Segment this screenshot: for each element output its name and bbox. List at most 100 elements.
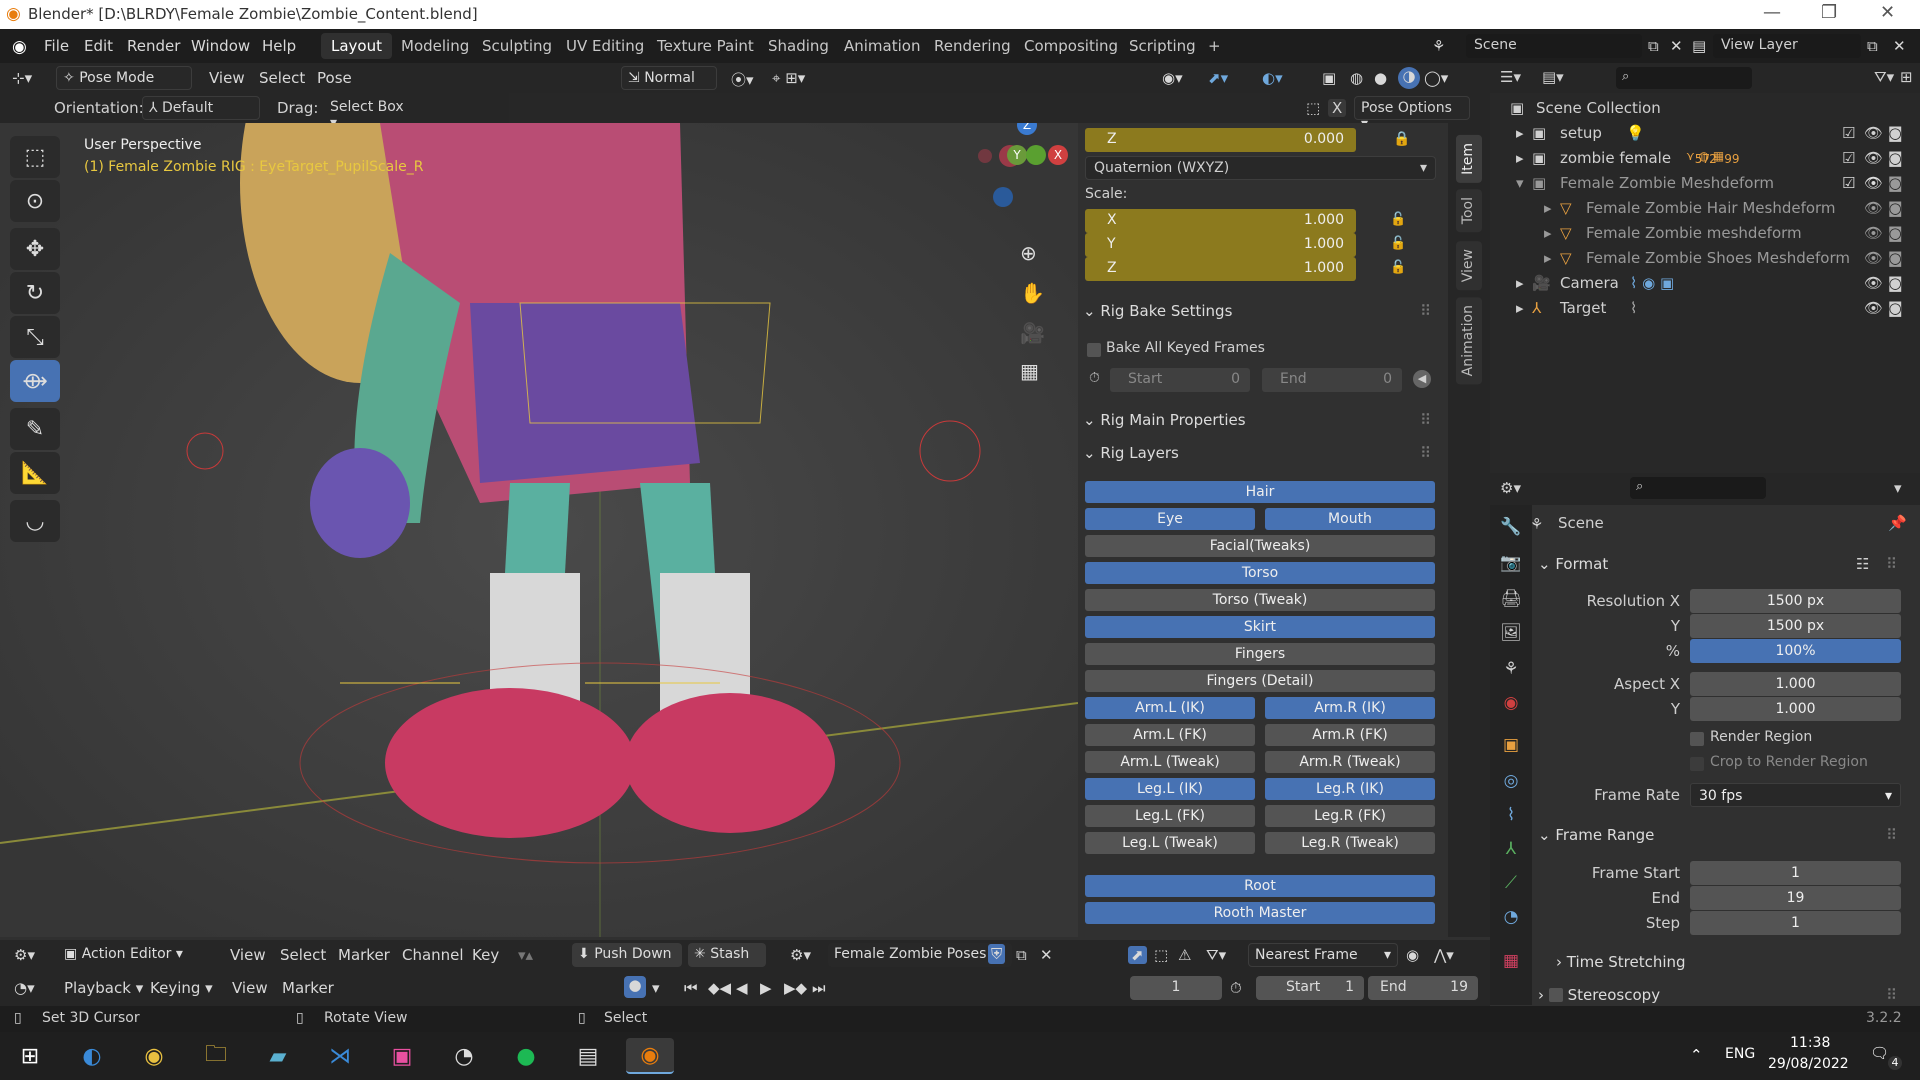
play-icon[interactable]: ▶ <box>760 979 772 997</box>
x-mirror-toggle[interactable]: X <box>1328 99 1347 117</box>
scale-z-field[interactable]: Z 1.000 <box>1085 257 1356 281</box>
menu-channel[interactable]: Channel <box>402 946 464 964</box>
camera-render-icon[interactable]: ◙ <box>1888 174 1903 192</box>
outliner-row[interactable]: ▣ Scene Collection <box>1490 96 1920 121</box>
mirror-icon[interactable]: ⬚ <box>1306 99 1320 117</box>
visibility-icon[interactable]: ◉▾ <box>1162 69 1183 87</box>
scale-x-lock-icon[interactable]: 🔓 <box>1390 212 1406 227</box>
rig-layer-button[interactable]: Eye <box>1085 508 1255 530</box>
lock-icon[interactable]: 🔒 <box>1393 131 1410 147</box>
rig-layer-button[interactable]: Mouth <box>1265 508 1435 530</box>
drag-handle-icon[interactable]: ⠿ <box>1420 444 1431 462</box>
outliner-row[interactable]: ▸ ▣ zombie female ⋎ 57 ◍ 2 ▦ 99 ☑ 👁 ◙ <box>1490 146 1920 171</box>
physics-tab-icon[interactable]: ◎ <box>1497 767 1525 795</box>
gizmo-z-axis[interactable]: Z <box>1017 123 1037 135</box>
prev-keyframe-icon[interactable]: ◆◀ <box>708 979 731 997</box>
screenshot-app-icon[interactable]: ▤ <box>564 1038 612 1074</box>
chevron-right-icon[interactable]: ▸ <box>1516 149 1524 167</box>
xray-icon[interactable]: ▣ <box>1322 69 1336 87</box>
constraints-tab-icon[interactable]: ⌇ <box>1497 801 1525 829</box>
camera-render-icon[interactable]: ◙ <box>1888 224 1903 242</box>
add-workspace-button[interactable]: + <box>1198 33 1231 59</box>
stash-button[interactable]: ✳ Stash <box>688 943 766 967</box>
scale-z-lock-icon[interactable]: 🔓 <box>1390 260 1406 275</box>
camera-view-icon[interactable]: 🎥 <box>1020 321 1045 345</box>
play-reverse-icon[interactable]: ◀ <box>736 979 748 997</box>
pan-hand-icon[interactable]: ✋ <box>1020 281 1045 305</box>
tab-tool[interactable]: Tool <box>1456 189 1482 233</box>
checkbox-icon[interactable]: ☑ <box>1842 149 1855 167</box>
pivot-icon[interactable]: ⦿▾ <box>731 69 754 90</box>
perspective-toggle-icon[interactable]: ▦ <box>1020 359 1039 383</box>
rig-layer-button[interactable]: Arm.L (FK) <box>1085 724 1255 746</box>
outliner-row[interactable]: ▸ ⅄ Target ⌇ 👁 ◙ <box>1490 296 1920 321</box>
file-explorer-icon[interactable]: 🗀 <box>192 1038 240 1074</box>
editor-type-icon[interactable]: ⊹▾ <box>12 69 32 87</box>
clock-app-icon[interactable]: ◔ <box>440 1038 488 1074</box>
eye-icon[interactable]: 👁 <box>1864 224 1883 242</box>
eye-icon[interactable]: 👁 <box>1864 299 1883 317</box>
shading-wireframe-icon[interactable]: ◍ <box>1350 69 1363 87</box>
action-name-field[interactable]: Female Zombie Poses <box>828 943 1012 967</box>
outliner-row[interactable]: ▸ ▽ Female Zombie meshdeform 👁 ◙ <box>1490 221 1920 246</box>
tab-item[interactable]: Item <box>1456 135 1482 183</box>
menu-select[interactable]: Select <box>259 69 305 87</box>
outliner-row[interactable]: ▸ 🎥 Camera ⌇ ◉ ▣ 👁 ◙ <box>1490 271 1920 296</box>
scene-tab-icon[interactable]: ⚘ <box>1497 655 1525 683</box>
notifications-icon[interactable]: 🗨 <box>1870 1044 1889 1062</box>
unlink-action-icon[interactable]: ✕ <box>1040 946 1053 964</box>
frame-range-panel-header[interactable]: ⌄ Frame Range <box>1538 826 1654 844</box>
3d-viewport[interactable]: User Perspective (1) Female Zombie RIG :… <box>0 123 1078 937</box>
mode-dropdown[interactable]: ✧ Pose Mode <box>56 66 192 90</box>
rig-layer-button[interactable]: Arm.R (Tweak) <box>1265 751 1435 773</box>
menu-playback[interactable]: Playback ▾ <box>64 979 143 997</box>
blender-menu-icon[interactable]: ◉ <box>12 37 27 57</box>
menu-file[interactable]: File <box>44 37 69 55</box>
camera-render-icon[interactable]: ◙ <box>1888 124 1903 142</box>
tray-chevron-up-icon[interactable]: ⌃ <box>1690 1046 1703 1064</box>
menu-marker-timeline[interactable]: Marker <box>282 979 334 997</box>
tab-rendering[interactable]: Rendering <box>924 33 1021 59</box>
orientation-dropdown[interactable]: ⅄ Default <box>142 96 260 120</box>
only-selected-icon[interactable]: ⬈ <box>1128 946 1147 964</box>
push-down-button[interactable]: ⬇ Push Down <box>572 943 682 967</box>
location-z-field[interactable]: Z 0.000 <box>1085 128 1356 152</box>
aspect-x-field[interactable]: 1.000 <box>1690 672 1901 696</box>
new-collection-icon[interactable]: ⊞ <box>1900 68 1913 86</box>
crop-region-checkbox[interactable] <box>1690 757 1704 771</box>
drag-dropdown[interactable]: Select Box ▾ <box>324 96 416 131</box>
blender-app-icon[interactable]: ◉ <box>626 1038 674 1074</box>
jump-start-icon[interactable]: ⏮ <box>684 979 698 997</box>
pose-options-dropdown[interactable]: Pose Options ▾ <box>1354 96 1470 132</box>
preview-range-icon[interactable]: ⏱ <box>1230 979 1242 997</box>
rig-layer-button[interactable]: Fingers (Detail) <box>1085 670 1435 692</box>
select-box-tool-icon[interactable]: ⬚ <box>10 136 60 178</box>
errors-icon[interactable]: ⚠ <box>1178 946 1191 964</box>
menu-marker-action[interactable]: Marker <box>338 946 390 964</box>
render-tab-icon[interactable]: 📷 <box>1497 549 1525 577</box>
checkbox-icon[interactable]: ☑ <box>1842 124 1855 142</box>
keying-dropdown-icon[interactable]: ▾ <box>652 979 660 997</box>
menu-key[interactable]: Key <box>472 946 499 964</box>
chevron-right-icon[interactable]: ▸ <box>1516 124 1524 142</box>
scene-selector[interactable]: Scene <box>1466 34 1642 58</box>
eye-icon[interactable]: 👁 <box>1864 249 1883 267</box>
spotify-app-icon[interactable]: ● <box>502 1038 550 1074</box>
time-stretching-header[interactable]: › Time Stretching <box>1556 953 1686 971</box>
resolution-x-field[interactable]: 1500 px <box>1690 589 1901 613</box>
camera-render-icon[interactable]: ◙ <box>1888 299 1903 317</box>
editor-app-icon[interactable]: ▣ <box>378 1038 426 1074</box>
tab-uv-editing[interactable]: UV Editing <box>556 33 654 59</box>
timeline-end-field[interactable]: End 19 <box>1368 976 1478 1000</box>
snap-icon[interactable]: ⌖ ⊞▾ <box>772 69 805 87</box>
transform-orientation-dropdown[interactable]: ⇲ Normal <box>621 66 717 90</box>
filters-icon[interactable]: ⛛▾ <box>1206 946 1226 964</box>
data-tab-icon[interactable]: ⅄ <box>1497 835 1525 863</box>
rig-layer-button[interactable]: Arm.R (IK) <box>1265 697 1435 719</box>
dopesheet-mode-dropdown[interactable]: ▣ Action Editor ▾ <box>58 943 214 967</box>
proportional-icon[interactable]: ◉ <box>1406 946 1419 964</box>
frame-step-field[interactable]: 1 <box>1690 911 1901 935</box>
eye-icon[interactable]: 👁 <box>1864 174 1883 192</box>
maximize-icon[interactable]: ❐ <box>1821 2 1837 23</box>
shading-rendered-icon[interactable]: ◯▾ <box>1424 69 1448 87</box>
